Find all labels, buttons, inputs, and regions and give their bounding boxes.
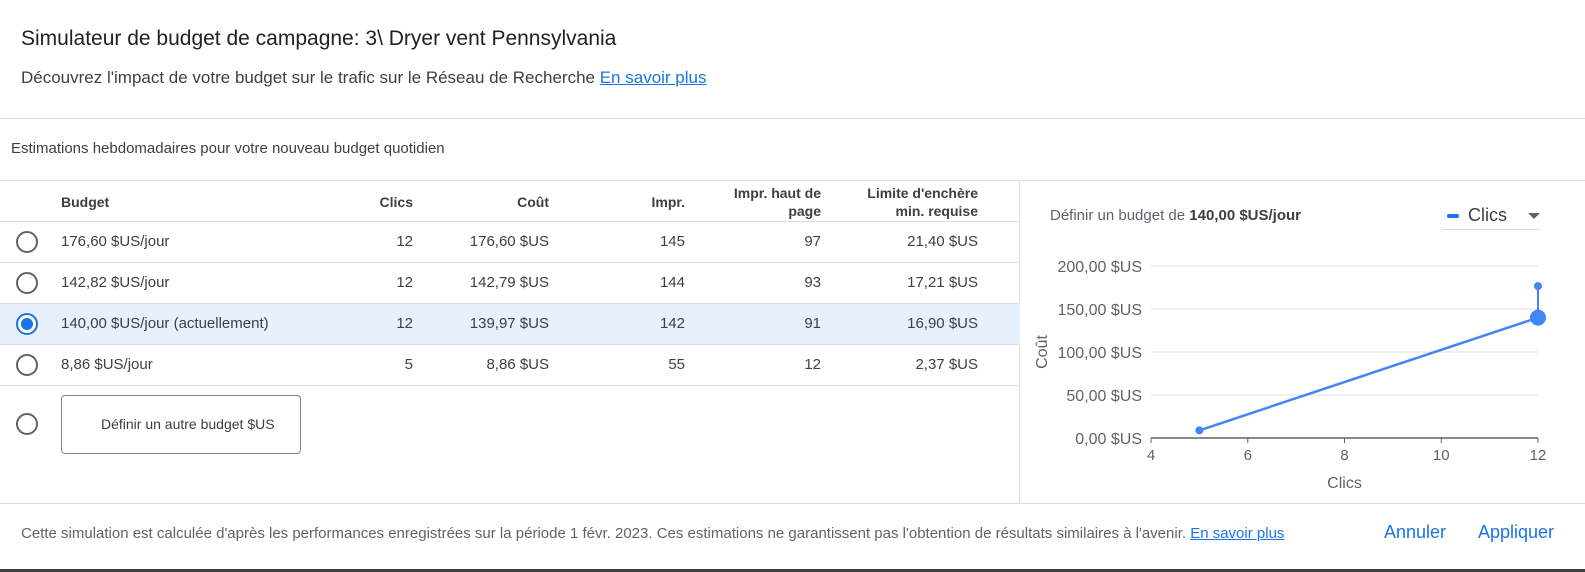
impressions-cell: 142 xyxy=(659,315,685,332)
custom-budget-radio[interactable] xyxy=(16,413,38,435)
y-tick-label: 0,00 $US xyxy=(1075,431,1142,448)
min-bid-cell: 17,21 $US xyxy=(907,274,978,291)
metric-dropdown-label: Clics xyxy=(1468,205,1507,225)
selected-data-point xyxy=(1530,309,1546,326)
table-row[interactable]: 176,60 $US/jour 12 176,60 $US 145 97 21,… xyxy=(0,222,1020,263)
cost-clicks-chart: 0,00 $US 50,00 $US 100,00 $US 150,00 $US 200… xyxy=(1034,259,1547,492)
subtitle-text: Découvrez l'impact de votre budget sur l… xyxy=(21,68,595,87)
impressions-cell: 55 xyxy=(668,356,685,373)
header-impressions: Impr. xyxy=(651,194,685,210)
x-tick-label: 10 xyxy=(1433,447,1450,464)
min-bid-cell: 16,90 $US xyxy=(907,315,978,332)
header-top-impressions: Impr. haut de page xyxy=(734,184,821,220)
header-min-bid: Limite d'enchère min. requise xyxy=(867,184,978,220)
learn-more-link[interactable]: En savoir plus xyxy=(600,68,707,87)
min-bid-cell: 21,40 $US xyxy=(907,233,978,250)
header-cost: Coût xyxy=(517,194,549,210)
budget-radio[interactable] xyxy=(16,231,38,253)
cost-cell: 176,60 $US xyxy=(469,233,549,250)
y-tick-label: 50,00 $US xyxy=(1066,388,1142,405)
table-row[interactable]: 142,82 $US/jour 12 142,79 $US 144 93 17,… xyxy=(0,263,1020,304)
caret-down-icon xyxy=(1528,213,1540,219)
header-min-bid-line2: min. requise xyxy=(895,203,978,219)
table-row-selected[interactable]: 140,00 $US/jour (actuellement) 12 139,97… xyxy=(0,304,1020,345)
header-budget: Budget xyxy=(61,194,110,210)
clicks-cell: 5 xyxy=(404,356,413,373)
y-axis-label: Coût xyxy=(1034,335,1051,369)
y-tick-label: 200,00 $US xyxy=(1057,259,1142,276)
top-impressions-cell: 93 xyxy=(804,274,821,291)
chart-heading: Définir un budget de 140,00 $US/jour xyxy=(1050,207,1301,224)
series-swatch-icon xyxy=(1447,214,1459,218)
y-tick-label: 150,00 $US xyxy=(1057,302,1142,319)
header-top-impressions-line2: page xyxy=(788,203,821,219)
custom-budget-label: Définir un autre budget $US xyxy=(101,416,275,432)
metric-dropdown[interactable]: Clics xyxy=(1442,203,1540,230)
budget-radio-selected[interactable] xyxy=(16,313,38,335)
budget-cell: 8,86 $US/jour xyxy=(61,356,153,373)
x-tick-label: 8 xyxy=(1340,447,1348,464)
clicks-cell: 12 xyxy=(396,274,413,291)
header-top-impressions-line1: Impr. haut de xyxy=(733,185,821,201)
impressions-cell: 144 xyxy=(659,274,685,291)
cost-cell: 8,86 $US xyxy=(486,356,549,373)
data-point xyxy=(1195,426,1204,435)
apply-button[interactable]: Appliquer xyxy=(1478,522,1554,543)
section-title: Estimations hebdomadaires pour votre nou… xyxy=(11,140,445,157)
header-min-bid-line1: Limite d'enchère xyxy=(867,185,978,201)
table-header: Budget Clics Coût Impr. Impr. haut de pa… xyxy=(0,181,1020,222)
custom-budget-button[interactable]: Définir un autre budget $US xyxy=(61,395,301,454)
clicks-cell: 12 xyxy=(396,233,413,250)
chart-heading-prefix: Définir un budget de xyxy=(1050,207,1186,224)
dialog-footer: Cette simulation est calculée d'après le… xyxy=(0,503,1585,572)
x-tick-label: 12 xyxy=(1530,447,1547,464)
cancel-button[interactable]: Annuler xyxy=(1384,522,1446,543)
cost-cell: 139,97 $US xyxy=(469,315,549,332)
footer-learn-more-link[interactable]: En savoir plus xyxy=(1190,525,1284,542)
chart-heading-value: 140,00 $US/jour xyxy=(1189,207,1302,224)
x-axis-label: Clics xyxy=(1327,475,1362,492)
dialog-title: Simulateur de budget de campagne: 3\ Dry… xyxy=(21,27,617,50)
dialog-header: Simulateur de budget de campagne: 3\ Dry… xyxy=(0,0,1585,119)
x-tick-label: 4 xyxy=(1147,447,1155,464)
top-impressions-cell: 12 xyxy=(804,356,821,373)
budget-radio[interactable] xyxy=(16,272,38,294)
clicks-cell: 12 xyxy=(396,315,413,332)
cost-cell: 142,79 $US xyxy=(469,274,549,291)
data-point xyxy=(1534,282,1542,291)
x-tick-label: 6 xyxy=(1244,447,1252,464)
budget-radio[interactable] xyxy=(16,354,38,376)
impressions-cell: 145 xyxy=(659,233,685,250)
min-bid-cell: 2,37 $US xyxy=(915,356,978,373)
y-tick-label: 100,00 $US xyxy=(1057,345,1142,362)
series-line-clics xyxy=(1198,316,1539,432)
dialog-subtitle: Découvrez l'impact de votre budget sur l… xyxy=(21,68,707,88)
top-impressions-cell: 91 xyxy=(804,315,821,332)
budget-cell: 140,00 $US/jour (actuellement) xyxy=(61,315,269,332)
budget-cell: 176,60 $US/jour xyxy=(61,233,170,250)
budget-cell: 142,82 $US/jour xyxy=(61,274,170,291)
table-row[interactable]: 8,86 $US/jour 5 8,86 $US 55 12 2,37 $US xyxy=(0,345,1020,386)
estimates-table: Budget Clics Coût Impr. Impr. haut de pa… xyxy=(0,180,1020,503)
top-impressions-cell: 97 xyxy=(804,233,821,250)
footer-note-text: Cette simulation est calculée d'après le… xyxy=(21,525,1187,542)
chart-panel: Définir un budget de 140,00 $US/jour Cli… xyxy=(1020,180,1585,503)
header-clicks: Clics xyxy=(379,194,413,210)
footer-note: Cette simulation est calculée d'après le… xyxy=(21,525,1284,542)
